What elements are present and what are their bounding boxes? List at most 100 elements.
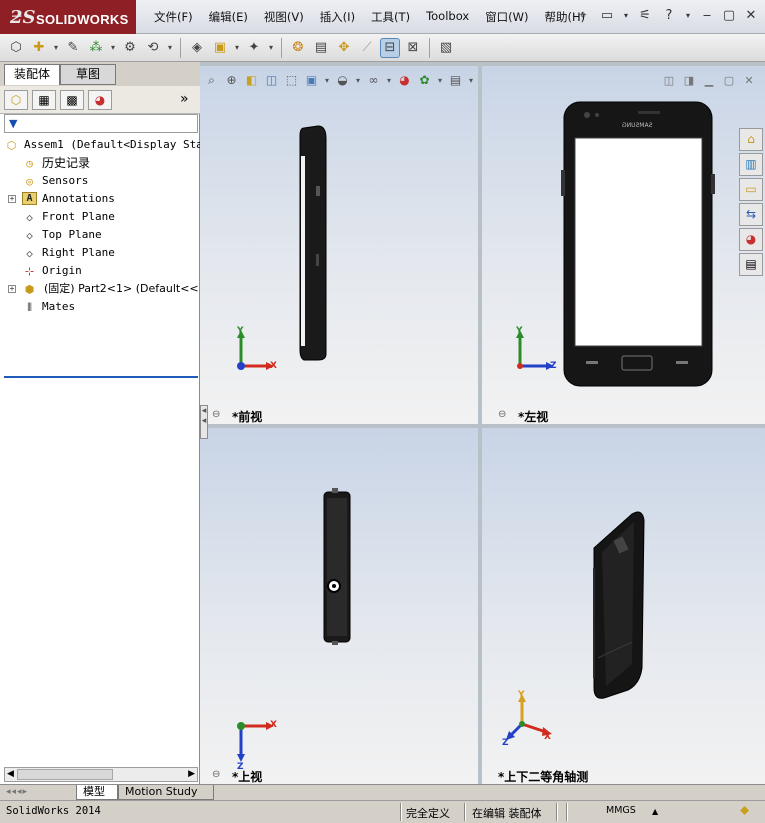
custom-properties-icon[interactable]: ▤	[739, 253, 763, 276]
clearance-verification-icon[interactable]: ⊠	[403, 38, 423, 58]
property-manager-tab-icon[interactable]: ▦	[32, 90, 56, 110]
status-units[interactable]: MMGS	[606, 805, 636, 816]
pin-icon[interactable]: ⌖	[574, 7, 592, 25]
axis-y-label: Y	[518, 690, 525, 700]
explode-line-sketch-icon[interactable]: ⟋	[357, 38, 377, 58]
menu-insert[interactable]: 插入(I)	[312, 9, 363, 25]
solidworks-resources-icon[interactable]: ⌂	[739, 128, 763, 151]
solidworks-logo[interactable]: ƻS SOLIDWORKS	[0, 0, 136, 34]
tree-item-label: Top Plane	[42, 228, 102, 241]
tree-item-label: Mates	[42, 300, 76, 313]
scrollbar-thumb[interactable]	[17, 769, 113, 780]
tree-item-annotations[interactable]: + A Annotations	[0, 190, 200, 208]
panel-collapse-handle[interactable]: ◂ ◂	[200, 405, 208, 439]
viewport-front[interactable]: ⌕ ⊕ ◧ ◫ ⬚ ▣ ▾ ◒ ▾ ∞ ▾ ◕ ✿ ▾ ▤ ▾ Y X ⊖ *前…	[200, 66, 478, 424]
tab-scroll-arrows-icon[interactable]: ◂◂◂▸	[6, 787, 28, 797]
new-document-icon[interactable]: ▭	[598, 7, 616, 25]
viewport-isometric[interactable]: Y X Z *上下二等角轴测	[482, 428, 765, 784]
new-motion-study-icon[interactable]: ❂	[288, 38, 308, 58]
mate-icon[interactable]: ✎	[63, 38, 83, 58]
tree-rollback-bar[interactable]	[4, 376, 198, 378]
feature-manager-panel: 装配体 草图 ⬡ ▦ ▩ ◕ » ▼ ⬡ Assem1 (Default<Dis…	[0, 62, 200, 784]
dropdown-arrow-icon[interactable]: ▾	[684, 7, 692, 25]
menu-window[interactable]: 窗口(W)	[477, 9, 536, 25]
scroll-right-icon[interactable]: ▶	[188, 768, 195, 781]
logo-text: SOLIDWORKS	[36, 12, 129, 27]
tree-item-part2[interactable]: + ⬢ (固定) Part2<1> (Default<<	[0, 280, 200, 298]
insert-component-icon[interactable]: ✚	[29, 38, 49, 58]
tree-filter[interactable]: ▼	[4, 114, 198, 133]
exploded-view-icon[interactable]: ✥	[334, 38, 354, 58]
tree-item-assem1[interactable]: ⬡ Assem1 (Default<Display Stat	[0, 136, 200, 154]
hidden-bodies-icon[interactable]: ⊖	[212, 410, 230, 420]
dropdown-arrow-icon[interactable]: ▾	[109, 38, 117, 58]
linear-pattern-icon[interactable]: ⁂	[86, 38, 106, 58]
dropdown-arrow-icon[interactable]: ▾	[267, 38, 275, 58]
feature-manager-tabs: 装配体 草图	[0, 62, 200, 86]
tree-item-mates[interactable]: ⫴ Mates	[0, 298, 200, 316]
history-icon: ◷	[26, 157, 33, 170]
reference-geometry-icon[interactable]: ✦	[244, 38, 264, 58]
menu-toolbox[interactable]: Toolbox	[418, 9, 477, 25]
view-palette-icon[interactable]: ⇆	[739, 203, 763, 226]
tree-item-front-plane[interactable]: ◇ Front Plane	[0, 208, 200, 226]
graphics-area[interactable]: ⌕ ⊕ ◧ ◫ ⬚ ▣ ▾ ◒ ▾ ∞ ▾ ◕ ✿ ▾ ▤ ▾ Y X ⊖ *前…	[200, 62, 765, 784]
component-icon[interactable]: ⬡	[6, 38, 26, 58]
tools-icon[interactable]: ⚟	[636, 7, 654, 25]
hidden-bodies-icon[interactable]: ⊖	[498, 410, 516, 420]
smart-fasteners-icon[interactable]: ⚙	[120, 38, 140, 58]
show-hidden-components-icon[interactable]: ◈	[187, 38, 207, 58]
viewport-left[interactable]: ◫ ◨ ▁ ▢ ✕ SAMSUNG Y Z ⌂ ▥ ▭ ⇆ ◕ ▤ ⊖ *左视	[482, 66, 765, 424]
window-controls: ‒ ▢ ✕	[697, 7, 761, 25]
design-library-icon[interactable]: ▥	[739, 153, 763, 176]
expand-toggle[interactable]: +	[8, 285, 16, 293]
configuration-manager-tab-icon[interactable]: ▩	[60, 90, 84, 110]
dropdown-arrow-icon[interactable]: ▾	[166, 38, 174, 58]
expand-toggle[interactable]: +	[8, 195, 16, 203]
dropdown-arrow-icon[interactable]: ▾	[52, 38, 60, 58]
tab-motion-study-1[interactable]: Motion Study 1	[118, 785, 214, 812]
instant3d-icon[interactable]: ▧	[436, 38, 456, 58]
tree-item-top-plane[interactable]: ◇ Top Plane	[0, 226, 200, 244]
file-explorer-icon[interactable]: ▭	[739, 178, 763, 201]
rebuild-tag-icon[interactable]: ⬥	[740, 803, 749, 818]
dropdown-arrow-icon[interactable]: ▾	[233, 38, 241, 58]
close-button[interactable]: ✕	[741, 7, 761, 25]
tree-item-sensors[interactable]: ◎ Sensors	[0, 172, 200, 190]
bill-of-materials-icon[interactable]: ▤	[311, 38, 331, 58]
tree-item-origin[interactable]: ⊹ Origin	[0, 262, 200, 280]
tab-model[interactable]: 模型	[76, 785, 118, 800]
appearances-icon[interactable]: ◕	[739, 228, 763, 251]
axis-x-label: X	[270, 361, 277, 371]
feature-manager-tab-icon[interactable]: ⬡	[4, 90, 28, 110]
menu-view[interactable]: 视图(V)	[256, 9, 312, 25]
status-separator	[556, 803, 558, 821]
expand-panel-icon[interactable]: »	[180, 91, 189, 107]
status-separator	[464, 803, 466, 821]
title-quick-icons: ⌖ ▭ ▾ ⚟ ? ▾	[574, 7, 692, 25]
tree-item-right-plane[interactable]: ◇ Right Plane	[0, 244, 200, 262]
tree-item-label: Sensors	[42, 174, 89, 187]
help-icon[interactable]: ?	[660, 7, 678, 25]
tab-assembly[interactable]: 装配体	[4, 64, 60, 85]
viewport-top[interactable]: X Z ⊖ *上视	[200, 428, 478, 784]
tree-horizontal-scrollbar[interactable]: ◀ ▶	[4, 767, 198, 782]
menu-file[interactable]: 文件(F)	[146, 9, 201, 25]
scroll-left-icon[interactable]: ◀	[7, 768, 14, 781]
tree-item-history[interactable]: ◷ 历史记录	[0, 154, 200, 172]
tab-sketch[interactable]: 草图	[60, 64, 116, 85]
ds-logo-mark: ƻS	[10, 7, 36, 28]
menu-tools[interactable]: 工具(T)	[363, 9, 418, 25]
restore-button[interactable]: ▢	[719, 7, 739, 25]
assembly-features-icon[interactable]: ▣	[210, 38, 230, 58]
interference-detection-icon[interactable]: ⊟	[380, 37, 400, 58]
minimize-button[interactable]: ‒	[697, 7, 717, 25]
dropdown-arrow-icon[interactable]: ▾	[622, 7, 630, 25]
display-manager-tab-icon[interactable]: ◕	[88, 90, 112, 110]
hidden-bodies-icon[interactable]: ⊖	[212, 770, 230, 780]
axis-z-label: Z	[502, 738, 509, 748]
units-menu-arrow-icon[interactable]: ▲	[652, 807, 658, 816]
tree-item-label: Assem1 (Default<Display Stat	[24, 138, 200, 151]
menu-edit[interactable]: 编辑(E)	[201, 9, 256, 25]
move-component-icon[interactable]: ⟲	[143, 38, 163, 58]
